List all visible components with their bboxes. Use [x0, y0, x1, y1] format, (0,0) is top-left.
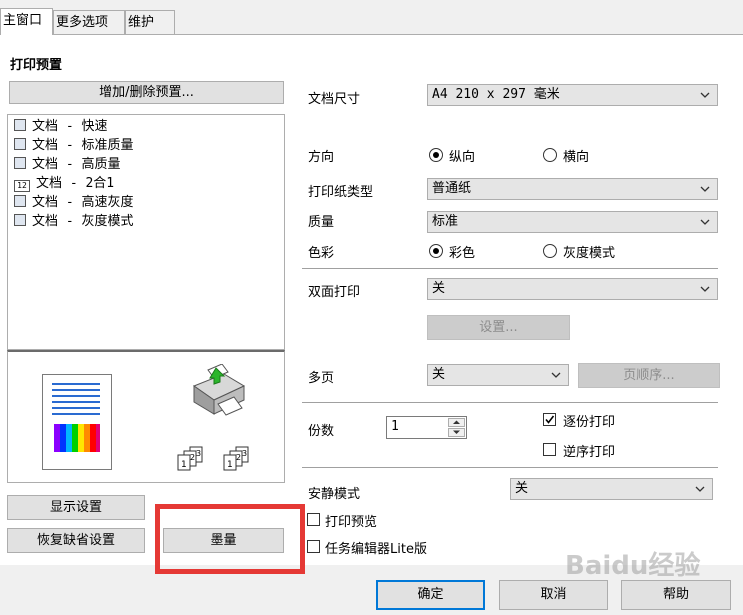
watermark: Baidu经验: [565, 551, 701, 581]
duplex-settings-button[interactable]: 设置...: [427, 315, 570, 340]
print-preview-checkbox[interactable]: [307, 513, 320, 526]
chevron-up-icon: [453, 420, 460, 424]
svg-text:3: 3: [196, 449, 201, 458]
cancel-button[interactable]: 取消: [499, 580, 608, 610]
ok-button[interactable]: 确定: [376, 580, 485, 610]
grayscale-label: 灰度模式: [563, 246, 616, 261]
portrait-radio[interactable]: [429, 148, 443, 162]
two-in-one-icon: 12: [14, 180, 30, 192]
reverse-order-label: 逆序打印: [563, 445, 616, 460]
divider: [302, 467, 718, 468]
printer-icon: [192, 364, 246, 416]
svg-text:2: 2: [190, 453, 195, 462]
quiet-mode-select[interactable]: 关: [510, 478, 713, 500]
help-button[interactable]: 帮助: [621, 580, 731, 610]
document-icon: [14, 138, 26, 150]
document-icon: [14, 119, 26, 131]
list-item[interactable]: 文档 - 灰度模式: [14, 212, 133, 231]
stepper-down-button[interactable]: [448, 428, 465, 437]
quality-select[interactable]: 标准: [427, 211, 718, 233]
job-arranger-checkbox[interactable]: [307, 540, 320, 553]
color-color-label: 彩色: [449, 246, 476, 261]
restore-defaults-button[interactable]: 恢复缺省设置: [7, 528, 145, 553]
chevron-down-icon: [700, 186, 710, 192]
list-item-label: 文档 - 2合1: [36, 176, 115, 191]
add-delete-preset-button[interactable]: 增加/删除预置...: [9, 81, 284, 104]
page-preview-icon: [42, 374, 112, 470]
tab-more-options[interactable]: 更多选项: [53, 10, 125, 34]
chevron-down-icon: [551, 372, 561, 378]
collate-copies-icon: 1 2 3: [223, 446, 249, 471]
highlight-box: [155, 504, 305, 574]
show-settings-button[interactable]: 显示设置: [7, 495, 145, 520]
page-order-button[interactable]: 页顺序...: [578, 363, 720, 388]
divider: [302, 268, 718, 269]
color-label: 色彩: [308, 246, 335, 261]
chevron-down-icon: [700, 219, 710, 225]
list-item-label: 文档 - 快速: [32, 119, 108, 134]
svg-text:2: 2: [236, 453, 241, 462]
job-arranger-label: 任务编辑器Lite版: [325, 542, 427, 557]
list-item[interactable]: 文档 - 高质量: [14, 155, 120, 174]
document-icon: [14, 214, 26, 226]
doc-size-select[interactable]: A4 210 x 297 毫米: [427, 84, 718, 106]
quiet-mode-value: 关: [515, 481, 529, 496]
quality-label: 质量: [308, 215, 335, 230]
paper-type-value: 普通纸: [432, 181, 472, 196]
svg-text:1: 1: [181, 460, 187, 470]
quality-value: 标准: [432, 214, 459, 229]
copies-value: 1: [391, 419, 399, 434]
document-icon: [14, 157, 26, 169]
collate-copies-icon: 1 2 3: [177, 446, 203, 471]
stepper-up-button[interactable]: [448, 418, 465, 427]
landscape-label: 横向: [563, 150, 590, 165]
color-radio[interactable]: [429, 244, 443, 258]
duplex-select[interactable]: 关: [427, 278, 718, 300]
chevron-down-icon: [695, 486, 705, 492]
list-item[interactable]: 文档 - 标准质量: [14, 136, 133, 155]
checkmark-icon: [545, 415, 555, 424]
tab-maintenance[interactable]: 维护: [125, 10, 175, 34]
quiet-mode-label: 安静模式: [308, 487, 361, 502]
print-preview-area: 1 2 3 1 2 3: [7, 350, 285, 483]
multipage-label: 多页: [308, 371, 335, 386]
print-preview-label: 打印预览: [325, 515, 378, 530]
reverse-order-checkbox[interactable]: [543, 443, 556, 456]
preset-list[interactable]: 文档 - 快速 文档 - 标准质量 文档 - 高质量 12 文档 - 2合1 文档…: [7, 114, 285, 350]
document-icon: [14, 195, 26, 207]
doc-size-value: A4 210 x 297 毫米: [432, 87, 560, 102]
paper-type-label: 打印纸类型: [308, 185, 374, 200]
list-item-label: 文档 - 标准质量: [32, 138, 134, 153]
list-item-label: 文档 - 灰度模式: [32, 214, 134, 229]
doc-size-label: 文档尺寸: [308, 92, 361, 107]
landscape-radio[interactable]: [543, 148, 557, 162]
list-item[interactable]: 12 文档 - 2合1: [14, 174, 114, 193]
copies-stepper[interactable]: 1: [386, 416, 467, 439]
preset-title: 打印预置: [10, 58, 63, 73]
list-item[interactable]: 文档 - 高速灰度: [14, 193, 133, 212]
collate-label: 逐份打印: [563, 415, 616, 430]
copies-label: 份数: [308, 424, 335, 439]
paper-type-select[interactable]: 普通纸: [427, 178, 718, 200]
list-item-label: 文档 - 高质量: [32, 157, 121, 172]
list-item-label: 文档 - 高速灰度: [32, 195, 134, 210]
list-item[interactable]: 文档 - 快速: [14, 117, 107, 136]
svg-text:3: 3: [242, 449, 247, 458]
portrait-label: 纵向: [449, 150, 476, 165]
chevron-down-icon: [700, 92, 710, 98]
tab-main-window[interactable]: 主窗口: [0, 8, 53, 35]
duplex-value: 关: [432, 281, 446, 296]
divider: [302, 402, 718, 403]
svg-text:1: 1: [227, 460, 233, 470]
collate-checkbox[interactable]: [543, 413, 556, 426]
orientation-label: 方向: [308, 150, 335, 165]
grayscale-radio[interactable]: [543, 244, 557, 258]
multipage-select[interactable]: 关: [427, 364, 569, 386]
multipage-value: 关: [432, 367, 446, 382]
duplex-label: 双面打印: [308, 285, 361, 300]
chevron-down-icon: [453, 430, 460, 434]
chevron-down-icon: [700, 286, 710, 292]
